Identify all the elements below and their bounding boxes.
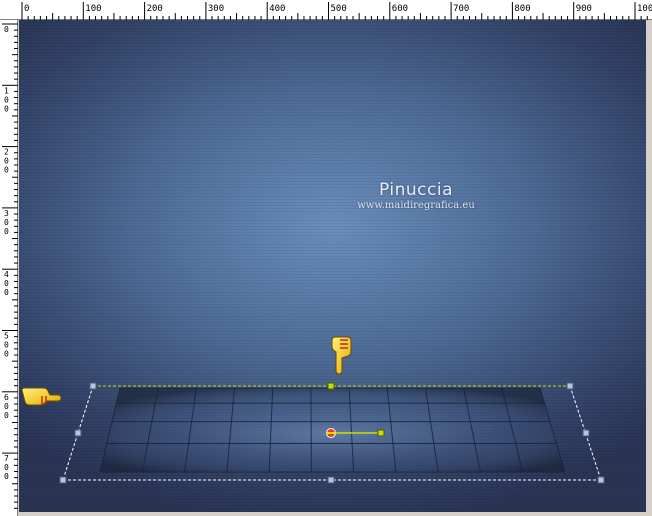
- ruler-left: 0 100 200 300 400 500 600 700: [0, 20, 18, 516]
- ruler-top-label: 900: [576, 4, 592, 14]
- image-canvas[interactable]: [19, 20, 646, 512]
- ruler-top-label: 600: [392, 4, 408, 14]
- rotation-handle[interactable]: [377, 429, 385, 437]
- ruler-left-label: 700: [4, 454, 9, 481]
- ruler-left-label: 500: [4, 332, 9, 359]
- ruler-top-ticks: 0 100 200 300 400 500 600 700 800 900 1000: [21, 2, 652, 20]
- handle-middle-left[interactable]: [74, 429, 82, 437]
- ruler-top-label: 300: [208, 4, 224, 14]
- ruler-top-label: 500: [331, 4, 347, 14]
- watermark-title: Pinuccia: [379, 180, 453, 200]
- handle-middle-right[interactable]: [582, 429, 590, 437]
- canvas-frame-right: [646, 20, 652, 516]
- canvas-frame-bottom: [19, 512, 652, 516]
- ruler-left-label: 200: [4, 148, 9, 175]
- ruler-left-ticks: 0 1 0 0 2 0 0 3 0 0 4 0 0 5 0 0 6 0 0 7 0 0: [2, 23, 18, 509]
- ruler-top: 0 100 200 300 400 500 600 700 800 900 1000: [0, 0, 652, 20]
- ruler-left-label: 600: [4, 393, 9, 420]
- handle-top-right[interactable]: [566, 382, 574, 390]
- ruler-top-label: 400: [269, 4, 285, 14]
- handle-top-center[interactable]: [327, 382, 335, 390]
- watermark-url: www.maidiregrafica.eu: [357, 200, 475, 211]
- ruler-top-label: 100: [85, 4, 101, 14]
- ruler-top-label: 700: [453, 4, 469, 14]
- ruler-top-label: 1000: [637, 4, 652, 14]
- ruler-left-label: 0: [4, 25, 9, 34]
- handle-top-left[interactable]: [89, 382, 97, 390]
- ruler-left-label: 300: [4, 209, 9, 236]
- ruler-top-label: 200: [147, 4, 163, 14]
- handle-bottom-right[interactable]: [597, 476, 605, 484]
- ruler-top-label: 0: [24, 4, 29, 14]
- handle-bottom-left[interactable]: [59, 476, 67, 484]
- ruler-left-label: 400: [4, 270, 9, 297]
- ruler-left-label: 100: [4, 86, 9, 113]
- ruler-top-label: 800: [514, 4, 530, 14]
- handle-bottom-center[interactable]: [327, 476, 335, 484]
